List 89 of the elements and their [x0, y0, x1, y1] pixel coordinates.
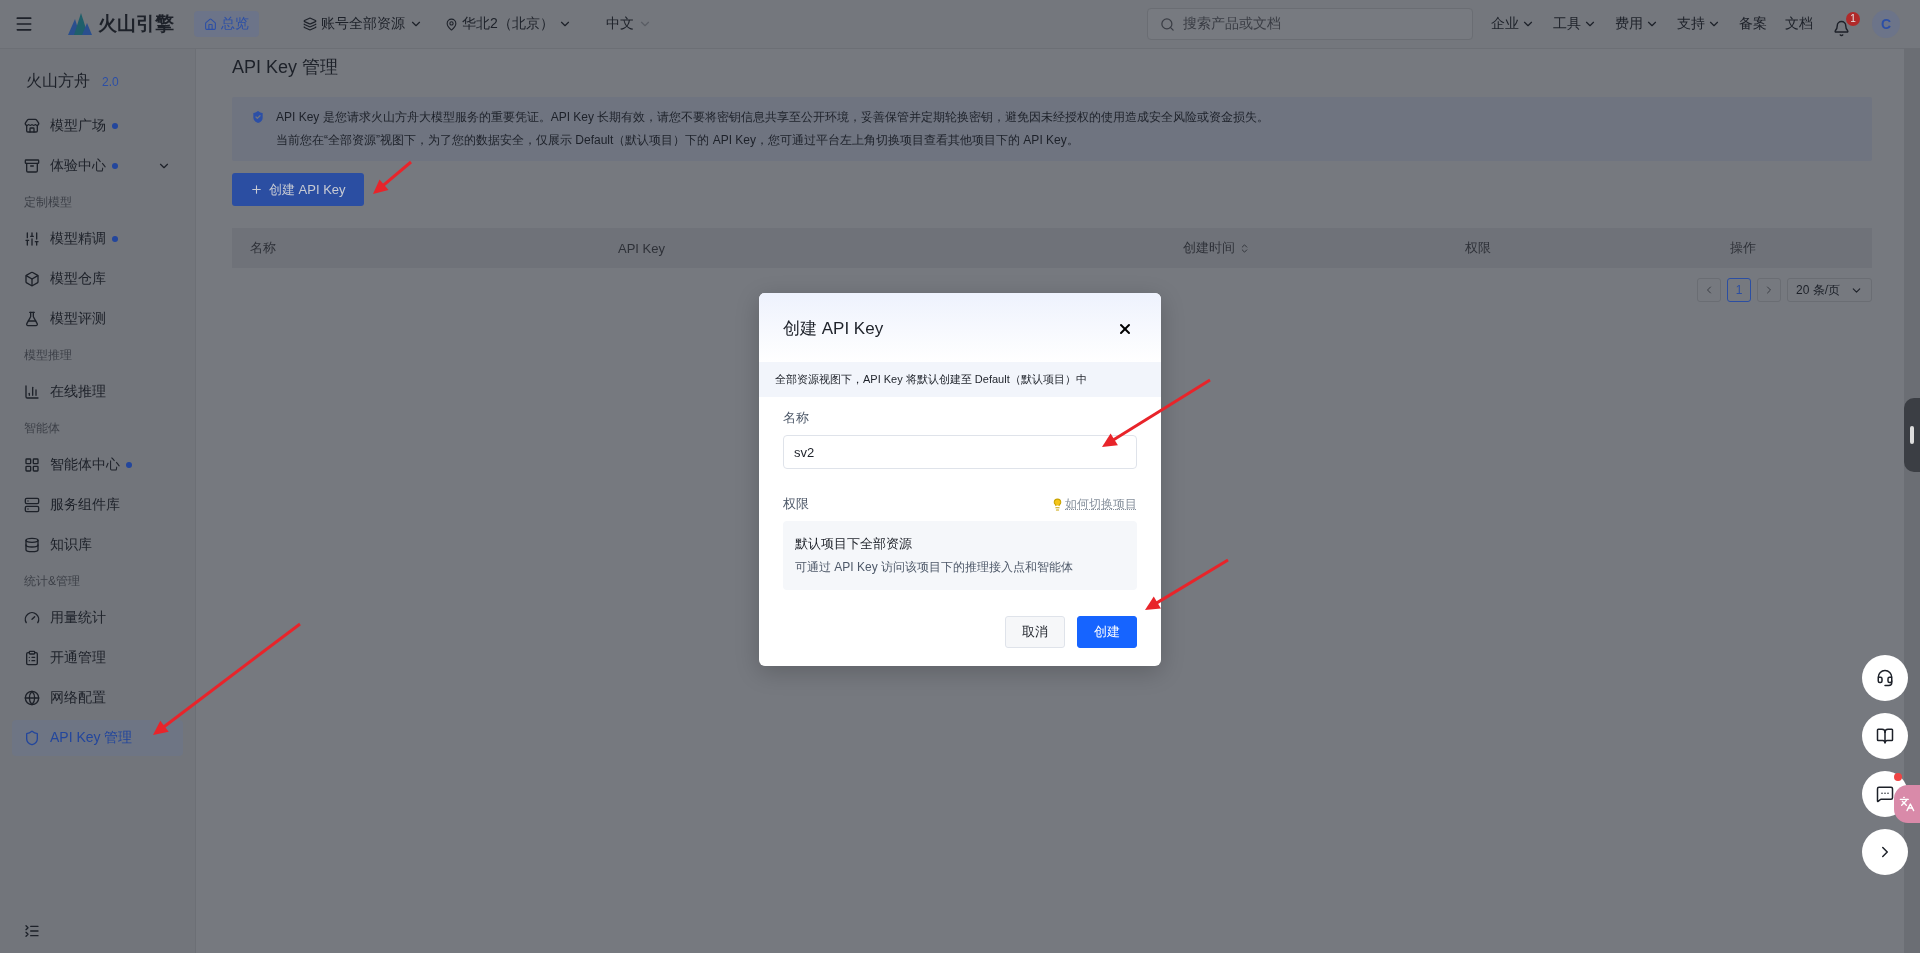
box-icon — [24, 158, 40, 174]
book-icon — [1876, 727, 1894, 745]
field-label: 名称 — [783, 409, 810, 427]
sidebar-item[interactable]: 在线推理 — [12, 374, 183, 410]
region-select[interactable]: 华北2（北京） — [445, 15, 572, 33]
sidebar-item[interactable]: 知识库 — [12, 527, 183, 563]
layers-icon — [303, 17, 317, 31]
notification-button[interactable]: 1 — [1833, 11, 1860, 37]
sidebar-item[interactable]: 体验中心 — [12, 148, 183, 184]
page-title: API Key 管理 — [232, 56, 340, 79]
annotation-arrow — [373, 160, 412, 194]
cancel-button[interactable]: 取消 — [1005, 616, 1065, 648]
permission-description: 可通过 API Key 访问该项目下的推理接入点和智能体 — [795, 559, 1075, 576]
help-link[interactable]: 如何切换项目 — [1051, 495, 1137, 513]
version-label: 2.0 — [102, 74, 119, 89]
scroll-handle[interactable] — [1904, 398, 1920, 472]
create-api-key-button[interactable]: 创建 API Key — [232, 173, 364, 206]
lightbulb-icon — [1051, 497, 1064, 511]
language-select[interactable]: 中文 — [605, 15, 652, 33]
plus-icon — [250, 183, 263, 196]
column-header: 操作 — [1729, 239, 1757, 257]
column-header: 名称 — [249, 239, 277, 257]
gauge-icon — [24, 610, 40, 626]
shield-icon — [250, 109, 266, 125]
sidebar-item[interactable]: 模型仓库 — [12, 261, 183, 297]
create-button[interactable]: 创建 — [1077, 616, 1137, 648]
sidebar-item[interactable]: 开通管理 — [12, 640, 183, 676]
menu-icon[interactable] — [14, 14, 34, 34]
notice-text: 当前您在“全部资源”视图下，为了您的数据安全，仅展示 Default（默认项目）下的 API Key，您可通过平台左上角切换项目查看其他项目下的 API Key。 — [276, 132, 1080, 149]
sort-icon — [1239, 242, 1250, 254]
clipboard-icon — [24, 650, 40, 666]
message-icon — [1876, 785, 1894, 803]
grid-icon — [24, 457, 40, 473]
sidebar-item[interactable]: 网络配置 — [12, 680, 183, 716]
store-icon — [24, 118, 40, 134]
nav-menu[interactable]: 备案 — [1739, 15, 1767, 33]
sidebar-item[interactable]: 用量统计 — [12, 600, 183, 636]
badge-dot — [1894, 773, 1902, 781]
sidebar-item[interactable]: 模型广场 — [12, 108, 183, 144]
globe-icon — [24, 690, 40, 706]
nav-menu[interactable]: 费用 — [1615, 15, 1659, 33]
expand-button[interactable] — [1862, 829, 1908, 875]
nav-menu[interactable]: 工具 — [1553, 15, 1597, 33]
bell-icon — [1833, 19, 1850, 37]
dialog-notice: 全部资源视图下，API Key 将默认创建至 Default（默认项目）中 — [775, 373, 1087, 385]
translate-icon — [1899, 796, 1915, 812]
name-field[interactable]: sv2 — [783, 435, 1137, 469]
nav-menu[interactable]: 支持 — [1677, 15, 1721, 33]
home-icon — [204, 17, 217, 31]
search-icon — [1160, 16, 1175, 32]
nav-menu[interactable]: 文档 — [1785, 15, 1813, 33]
collapse-icon[interactable] — [24, 923, 40, 939]
translate-button[interactable] — [1894, 785, 1920, 823]
database-icon — [24, 537, 40, 553]
sidebar-item[interactable]: API Key 管理 — [12, 720, 183, 756]
sidebar-item[interactable]: 模型精调 — [12, 221, 183, 257]
field-label: 权限 — [783, 495, 809, 513]
sidebar-item[interactable]: 智能体中心 — [12, 447, 183, 483]
shield-icon — [24, 730, 40, 746]
sidebar-item[interactable]: 服务组件库 — [12, 487, 183, 523]
flask-icon — [24, 311, 40, 327]
notification-badge: 1 — [1846, 11, 1860, 26]
location-pin-icon — [445, 17, 458, 31]
column-header: API Key — [617, 240, 666, 256]
notice-text: API Key 是您请求火山方舟大模型服务的重要凭证。API Key 长期有效，请您不要将密钥信息共享至公开环境，妥善保管并定期轮换密钥，避免因未经授权的使用造成安全风险或资金损失。 — [276, 109, 1270, 126]
dot-indicator — [112, 236, 118, 242]
dot-indicator — [112, 123, 118, 129]
search-field[interactable]: 搜索产品或文档 — [1147, 8, 1473, 40]
docs-button[interactable] — [1862, 713, 1908, 759]
column-header[interactable]: 创建时间 — [1165, 239, 1447, 257]
dot-indicator — [126, 462, 132, 468]
sidebar-item[interactable]: 模型评测 — [12, 301, 183, 337]
mountain-logo-icon — [68, 13, 92, 35]
chart-icon — [24, 384, 40, 400]
server-icon — [24, 497, 40, 513]
nav-menu[interactable]: 企业 — [1491, 15, 1535, 33]
dialog-title: 创建 API Key — [783, 318, 884, 340]
product-title: 火山方舟 — [26, 71, 90, 91]
page-button[interactable]: 1 — [1727, 278, 1751, 302]
permission-title: 默认项目下全部资源 — [795, 535, 913, 553]
sliders-icon — [24, 231, 40, 247]
column-header: 权限 — [1464, 239, 1492, 257]
cube-icon — [24, 271, 40, 287]
scope-select[interactable]: 账号全部资源 — [303, 15, 423, 33]
page-size-select[interactable]: 20 条/页 — [1787, 278, 1872, 302]
headset-icon — [1876, 669, 1894, 687]
support-button[interactable] — [1862, 655, 1908, 701]
dot-indicator — [112, 163, 118, 169]
logo-text: 火山引擎 — [98, 12, 174, 36]
